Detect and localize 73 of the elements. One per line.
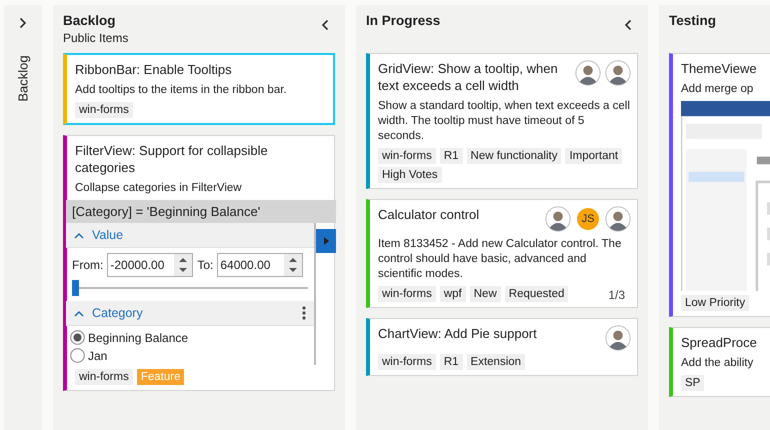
tag: New functionality (466, 148, 562, 164)
card-title: ChartView: Add Pie support (378, 325, 537, 343)
section-title: Value (92, 228, 124, 242)
range-slider[interactable] (72, 279, 308, 297)
section-title: Category (92, 306, 143, 320)
task-card[interactable]: SpreadProce Add the ability SP (669, 327, 770, 397)
radio-button[interactable] (70, 330, 85, 345)
tag: Low Priority (681, 295, 750, 311)
card-title: SpreadProce (681, 334, 757, 351)
card-description: Add the ability (681, 356, 754, 371)
tag: win-forms (378, 354, 436, 370)
section-header[interactable]: Category (66, 301, 314, 326)
column-subtitle: Public Items (63, 31, 128, 45)
avatar-icon (605, 206, 631, 232)
card-title: ThemeViewe (681, 60, 757, 77)
tag: win-forms (75, 369, 133, 385)
tag: Important (565, 148, 622, 164)
card-title: GridView: Show a tooltip, when text exceeds a cell width (378, 60, 559, 94)
card-description: Add tooltips to the items in the ribbon bar. (75, 83, 288, 98)
card-title: RibbonBar: Enable Tooltips (75, 61, 232, 78)
task-card[interactable]: ChartView: Add Pie support win-forms R1 Extension (366, 318, 638, 376)
avatar-icon (545, 206, 571, 232)
card-title: Calculator control (378, 206, 480, 224)
column-title: Backlog (63, 13, 117, 28)
card-description: Item 8133452 - Add new Calculator control. The control should have basic, advanced and scientific modes. (378, 237, 622, 282)
field-label: To: (197, 258, 214, 272)
number-field[interactable]: -20000.00 (107, 253, 194, 277)
expand-panel-button[interactable] (316, 229, 336, 253)
task-card[interactable]: ThemeViewe Add merge op Low Priority (669, 53, 770, 317)
avatar-initials: JS (577, 208, 599, 230)
tag: R1 (440, 354, 463, 370)
caret-icon (74, 310, 84, 316)
tag: SP (681, 375, 704, 391)
radio-button[interactable] (70, 348, 85, 363)
tag: R1 (440, 148, 463, 164)
tag: Extension (466, 354, 526, 370)
task-card[interactable]: FilterView: Support for collapsible categories Collapse categories in FilterView [Category] = 'Beginning Balance' Value From: -20000.00 To: 64000.00 Category Beginning Balance Jan win-forms Feature (63, 135, 335, 391)
spin-arrows-icon[interactable] (284, 254, 302, 276)
card-description: Collapse categories in FilterView (75, 181, 243, 196)
card-title: FilterView: Support for collapsible categories (75, 142, 269, 176)
card-description: Show a standard tooltip, when text exceeds a cell width. The tooltip must have timeout of 5 seconds. (378, 99, 631, 144)
option-label[interactable]: Jan (88, 348, 108, 362)
tag: High Votes (378, 167, 442, 183)
tag: win-forms (378, 148, 436, 164)
more-icon[interactable] (302, 306, 306, 320)
card-description: Add merge op (681, 82, 754, 97)
filter-expression: [Category] = 'Beginning Balance' (66, 200, 336, 223)
avatar-icon (575, 60, 601, 86)
collapse-icon[interactable] (321, 19, 329, 31)
tag: New (470, 286, 501, 302)
number-field[interactable]: 64000.00 (217, 253, 304, 277)
spin-arrows-icon[interactable] (174, 254, 192, 276)
field-label: From: (72, 258, 104, 272)
task-card[interactable]: Calculator control JS Item 8133452 - Add new Calculator control. The control should have basic, advanced and scientific modes. win-forms wpf New Requested 1/3 (366, 199, 638, 308)
slider-thumb[interactable] (72, 280, 79, 296)
tag: win-forms (378, 286, 436, 302)
tag: Feature (136, 369, 184, 385)
expand-icon[interactable] (19, 17, 27, 29)
option-label[interactable]: Beginning Balance (88, 330, 188, 344)
avatar-icon (605, 325, 631, 351)
section-header[interactable]: Value (66, 223, 314, 248)
column-title: Testing (669, 13, 716, 28)
item-counter: 1/3 (608, 288, 625, 302)
avatar-icon (605, 60, 631, 86)
task-card[interactable] (366, 53, 638, 189)
collapse-icon[interactable] (624, 19, 632, 31)
task-card[interactable]: RibbonBar: Enable Tooltips Add tooltips to the items in the ribbon bar. win-forms (63, 53, 335, 125)
column-title: Backlog (16, 55, 30, 102)
column-title: In Progress (366, 13, 440, 28)
tag: wpf (440, 286, 466, 302)
tag: win-forms (75, 102, 133, 118)
tag: Requested (504, 286, 568, 302)
caret-icon (74, 232, 84, 238)
